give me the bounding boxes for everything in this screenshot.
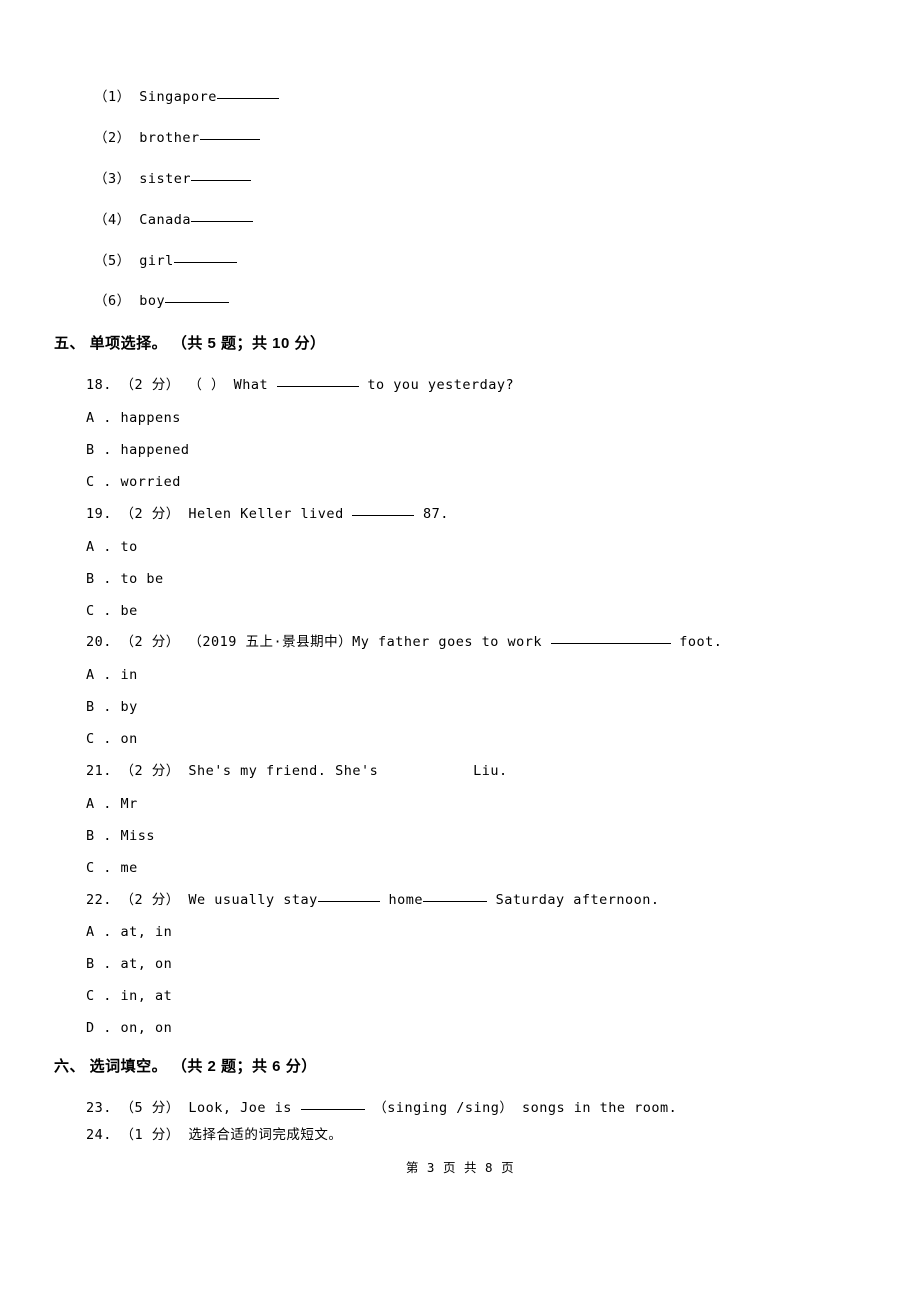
q21-option-a[interactable]: A . Mr (86, 795, 866, 814)
vocab-word: brother (139, 130, 199, 146)
q18-option-a[interactable]: A . happens (86, 409, 866, 428)
question-19: 19. （2 分） Helen Keller lived 87. (86, 505, 866, 524)
blank-input[interactable] (191, 180, 251, 181)
q18-option-c[interactable]: C . worried (86, 473, 866, 492)
blank-input[interactable] (277, 386, 359, 387)
q23-prefix: 23. （5 分） Look, Joe is (86, 1100, 301, 1116)
blank-input[interactable] (174, 262, 237, 263)
q18-suffix: to you yesterday? (359, 377, 514, 393)
page-content: （1） Singapore （2） brother （3） sister （4）… (0, 0, 920, 1206)
q21-option-b[interactable]: B . Miss (86, 827, 866, 846)
q19-suffix: 87. (414, 506, 449, 522)
q22-option-d[interactable]: D . on, on (86, 1019, 866, 1038)
q19-option-b[interactable]: B . to be (86, 570, 866, 589)
blank-input[interactable] (301, 1109, 365, 1110)
vocab-word: Canada (139, 212, 191, 228)
section-5-header: 五、 单项选择。 （共 5 题；共 10 分） (54, 333, 866, 354)
vocab-num: （1） (94, 89, 131, 105)
q20-suffix: foot. (671, 634, 723, 650)
blank-input[interactable] (165, 302, 229, 303)
q20-prefix: 20. （2 分） （2019 五上·景县期中）My father goes t… (86, 634, 551, 650)
q23-suffix: （singing /sing） songs in the room. (365, 1100, 678, 1116)
q22-option-b[interactable]: B . at, on (86, 955, 866, 974)
vocab-item-6: （6） boy (94, 292, 866, 311)
question-22: 22. （2 分） We usually stay home Saturday … (86, 891, 866, 910)
q22-mid: home (380, 892, 423, 908)
q21-option-c[interactable]: C . me (86, 859, 866, 878)
vocab-num: （4） (94, 212, 131, 228)
vocab-word: boy (139, 293, 165, 309)
question-23: 23. （5 分） Look, Joe is （singing /sing） s… (86, 1099, 866, 1118)
blank-input[interactable] (200, 139, 260, 140)
q20-option-a[interactable]: A . in (86, 666, 866, 685)
question-21: 21. （2 分） She's my friend. She's Liu. (86, 762, 866, 781)
vocab-item-5: （5） girl (94, 252, 866, 271)
page-footer: 第 3 页 共 8 页 (54, 1159, 866, 1177)
vocab-item-1: （1） Singapore (94, 88, 866, 107)
vocab-word: sister (139, 171, 191, 187)
vocab-item-2: （2） brother (94, 129, 866, 148)
question-24: 24. （1 分） 选择合适的词完成短文。 (86, 1126, 866, 1145)
blank-input[interactable] (352, 515, 414, 516)
vocab-item-4: （4） Canada (94, 211, 866, 230)
q21-text: 21. （2 分） She's my friend. She's Liu. (86, 763, 508, 779)
blank-input[interactable] (423, 901, 487, 902)
vocab-num: （3） (94, 171, 131, 187)
q19-option-c[interactable]: C . be (86, 602, 866, 621)
q22-prefix: 22. （2 分） We usually stay (86, 892, 318, 908)
blank-input[interactable] (191, 221, 253, 222)
vocab-num: （5） (94, 253, 131, 269)
blank-input[interactable] (318, 901, 380, 902)
q22-option-a[interactable]: A . at, in (86, 923, 866, 942)
q19-prefix: 19. （2 分） Helen Keller lived (86, 506, 352, 522)
q22-suffix: Saturday afternoon. (487, 892, 660, 908)
blank-input[interactable] (551, 643, 671, 644)
vocab-num: （2） (94, 130, 131, 146)
q19-option-a[interactable]: A . to (86, 538, 866, 557)
question-18: 18. （2 分） （ ） What to you yesterday? (86, 376, 866, 395)
section-6-header: 六、 选词填空。 （共 2 题；共 6 分） (54, 1056, 866, 1077)
q18-option-b[interactable]: B . happened (86, 441, 866, 460)
q24-text: 24. （1 分） 选择合适的词完成短文。 (86, 1127, 342, 1143)
q22-option-c[interactable]: C . in, at (86, 987, 866, 1006)
vocab-item-3: （3） sister (94, 170, 866, 189)
vocab-num: （6） (94, 293, 131, 309)
vocab-word: Singapore (139, 89, 217, 105)
q18-prefix: 18. （2 分） （ ） What (86, 377, 277, 393)
blank-input[interactable] (217, 98, 279, 99)
q20-option-b[interactable]: B . by (86, 698, 866, 717)
question-20: 20. （2 分） （2019 五上·景县期中）My father goes t… (86, 633, 866, 652)
q20-option-c[interactable]: C . on (86, 730, 866, 749)
vocab-word: girl (139, 253, 174, 269)
